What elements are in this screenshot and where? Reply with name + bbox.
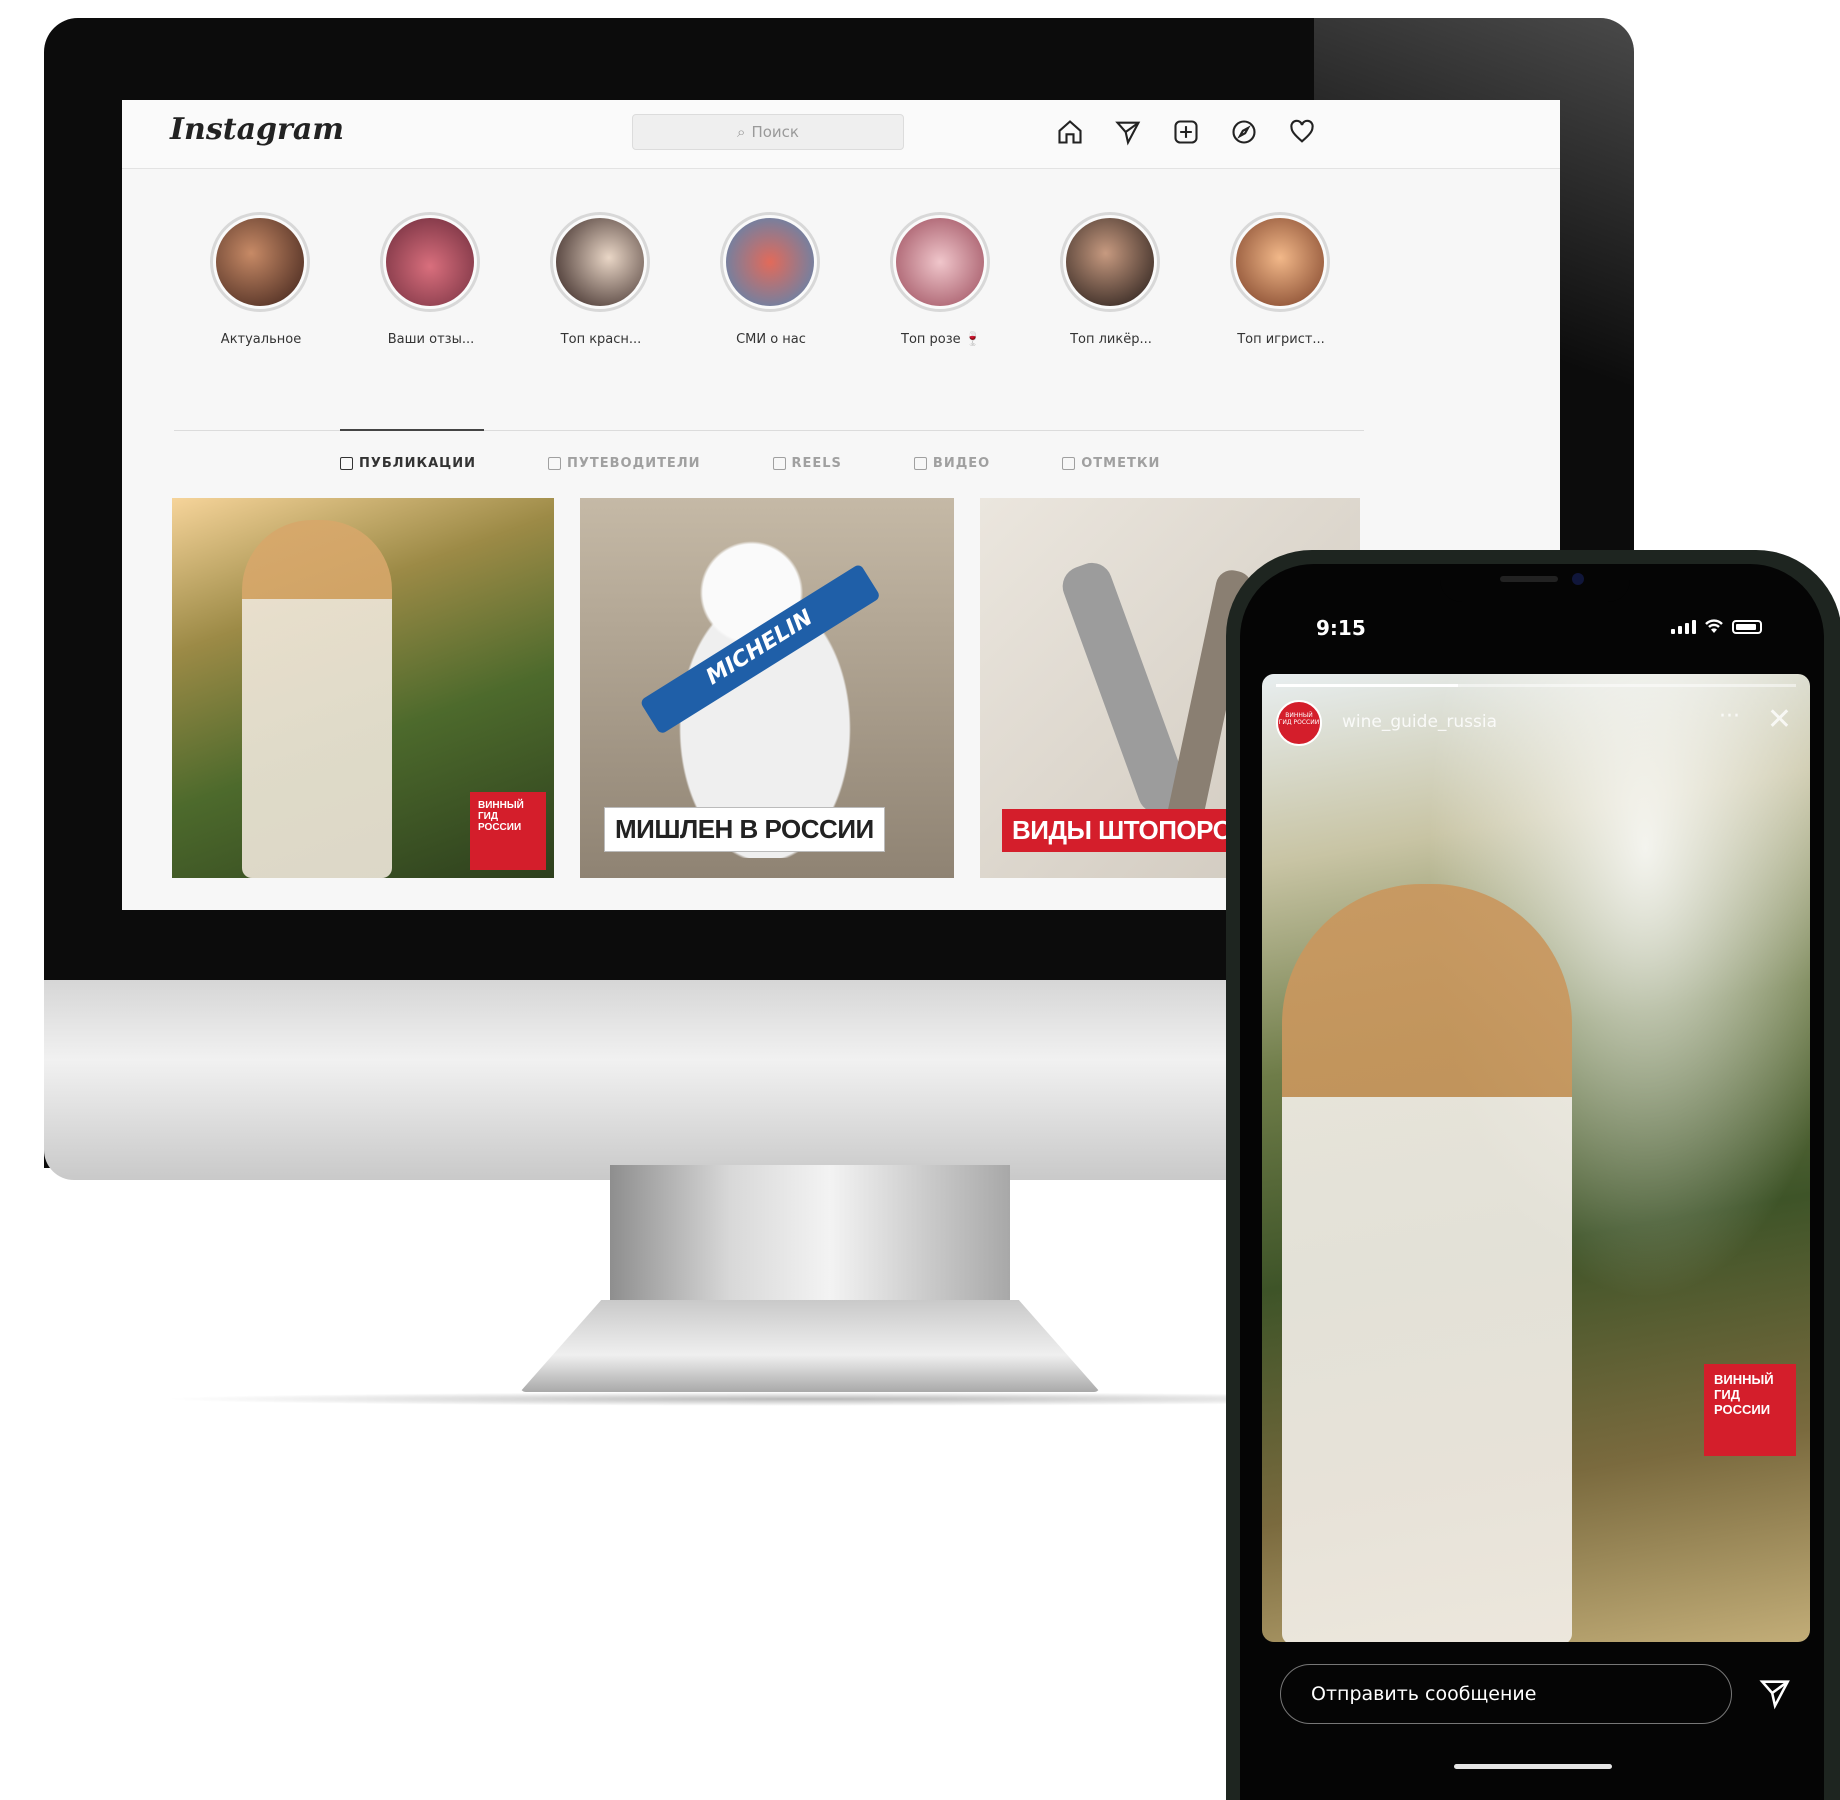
tab-label: ПУБЛИКАЦИИ (359, 456, 476, 471)
story-photo-woman (1282, 884, 1572, 1642)
wine-guide-badge: ВИННЫЙ ГИД РОССИИ (1704, 1364, 1796, 1456)
reels-icon (772, 457, 786, 470)
direct-icon[interactable] (1114, 118, 1142, 146)
tab-label: ВИДЕО (932, 456, 991, 471)
story-highlight[interactable]: СМИ о нас (720, 212, 822, 347)
active-tab-indicator (340, 429, 484, 431)
tab-guides[interactable]: ПУТЕВОДИТЕЛИ (548, 456, 701, 471)
story-highlight[interactable]: Топ красн... (550, 212, 652, 347)
imac-stand-base (520, 1300, 1100, 1392)
phone-notch (1440, 564, 1630, 602)
post-grid: ВИННЫЙ ГИД РОССИИ MICHELIN МИШЛЕН В РОСС… (172, 498, 1360, 878)
status-time: 9:15 (1316, 616, 1366, 640)
activity-icon[interactable] (1288, 118, 1316, 146)
story-label: Ваши отзы... (387, 332, 475, 347)
speaker-grille (1500, 576, 1558, 582)
story-ring (720, 212, 820, 312)
battery-icon (1732, 620, 1762, 634)
story-ring (1060, 212, 1160, 312)
tab-label: ПУТЕВОДИТЕЛИ (567, 456, 701, 471)
phone-screen: 9:15 ВИННЫЙ ГИД РОССИИ wine_guide_russia… (1240, 564, 1824, 1800)
story-thumbnail (213, 215, 307, 309)
story-thumbnail (383, 215, 477, 309)
search-icon: ⌕ (737, 123, 746, 141)
story-ring (210, 212, 310, 312)
grid-icon (340, 457, 353, 470)
story-highlights: Актуальное Ваши отзы... Топ красн... СМИ… (210, 212, 1332, 347)
story-avatar[interactable]: ВИННЫЙ ГИД РОССИИ (1276, 700, 1322, 746)
search-placeholder: Поиск (751, 123, 799, 141)
post-caption: МИШЛЕН В РОССИИ (604, 807, 885, 852)
story-label: СМИ о нас (736, 332, 806, 347)
front-camera (1572, 573, 1584, 585)
story-highlight[interactable]: Топ розе 🍷 (890, 212, 992, 347)
story-thumbnail (723, 215, 817, 309)
home-indicator (1454, 1764, 1612, 1769)
story-ring (890, 212, 990, 312)
nav-icons (1056, 118, 1316, 146)
tab-posts[interactable]: ПУБЛИКАЦИИ (340, 456, 476, 471)
new-post-icon[interactable] (1172, 118, 1200, 146)
send-icon[interactable] (1758, 1676, 1792, 1710)
post-caption: ВИДЫ ШТОПОРОВ (1002, 809, 1261, 852)
tab-tagged[interactable]: ОТМЕТКИ (1062, 456, 1160, 471)
more-options-icon[interactable]: ··· (1719, 704, 1740, 729)
story-viewer[interactable]: ВИННЫЙ ГИД РОССИИ wine_guide_russia ··· … (1262, 674, 1810, 1642)
post-photo-woman (242, 520, 392, 878)
top-bar: Instagram ⌕ Поиск (122, 100, 1560, 169)
story-label: Топ красн... (560, 332, 642, 347)
status-icons (1671, 618, 1762, 634)
story-thumbnail (1063, 215, 1157, 309)
guide-icon (548, 457, 561, 470)
wine-guide-badge: ВИННЫЙ ГИД РОССИИ (470, 792, 546, 870)
post-tile[interactable]: MICHELIN МИШЛЕН В РОССИИ (580, 498, 954, 878)
profile-tabs: ПУБЛИКАЦИИ ПУТЕВОДИТЕЛИ REELS ВИДЕО ОТМЕ… (340, 456, 1160, 471)
post-photo-corkscrew (1057, 557, 1193, 819)
close-icon[interactable]: ✕ (1767, 702, 1792, 737)
story-highlight[interactable]: Актуальное (210, 212, 312, 347)
story-username[interactable]: wine_guide_russia (1342, 712, 1497, 732)
story-ring (550, 212, 650, 312)
instagram-logo[interactable]: Instagram (170, 112, 344, 147)
iphone-frame: 9:15 ВИННЫЙ ГИД РОССИИ wine_guide_russia… (1226, 550, 1840, 1800)
story-highlight[interactable]: Топ ликёр... (1060, 212, 1162, 347)
tagged-icon (1062, 457, 1076, 470)
wifi-icon (1705, 619, 1723, 633)
explore-icon[interactable] (1230, 118, 1258, 146)
story-label: Топ ликёр... (1070, 332, 1152, 347)
story-thumbnail (1233, 215, 1327, 309)
tab-label: ОТМЕТКИ (1081, 456, 1161, 471)
story-label: Топ розе 🍷 (901, 332, 981, 347)
story-label: Топ игрист... (1237, 332, 1325, 347)
story-progress-fill (1276, 684, 1458, 687)
story-ring (1230, 212, 1330, 312)
story-ring (380, 212, 480, 312)
tab-reels[interactable]: REELS (772, 456, 842, 471)
story-thumbnail (553, 215, 647, 309)
search-input[interactable]: ⌕ Поиск (632, 114, 904, 150)
signal-icon (1671, 620, 1696, 634)
story-label: Актуальное (220, 332, 302, 347)
reply-placeholder: Отправить сообщение (1311, 1683, 1537, 1705)
story-highlight[interactable]: Ваши отзы... (380, 212, 482, 347)
post-tile[interactable]: ВИННЫЙ ГИД РОССИИ (172, 498, 554, 878)
story-highlight[interactable]: Топ игрист... (1230, 212, 1332, 347)
tab-video[interactable]: ВИДЕО (913, 456, 991, 471)
reply-input[interactable]: Отправить сообщение (1280, 1664, 1732, 1724)
tab-label: REELS (791, 456, 842, 471)
home-icon[interactable] (1056, 118, 1084, 146)
story-progress-bar (1276, 684, 1796, 687)
story-thumbnail (893, 215, 987, 309)
video-icon (913, 457, 927, 470)
